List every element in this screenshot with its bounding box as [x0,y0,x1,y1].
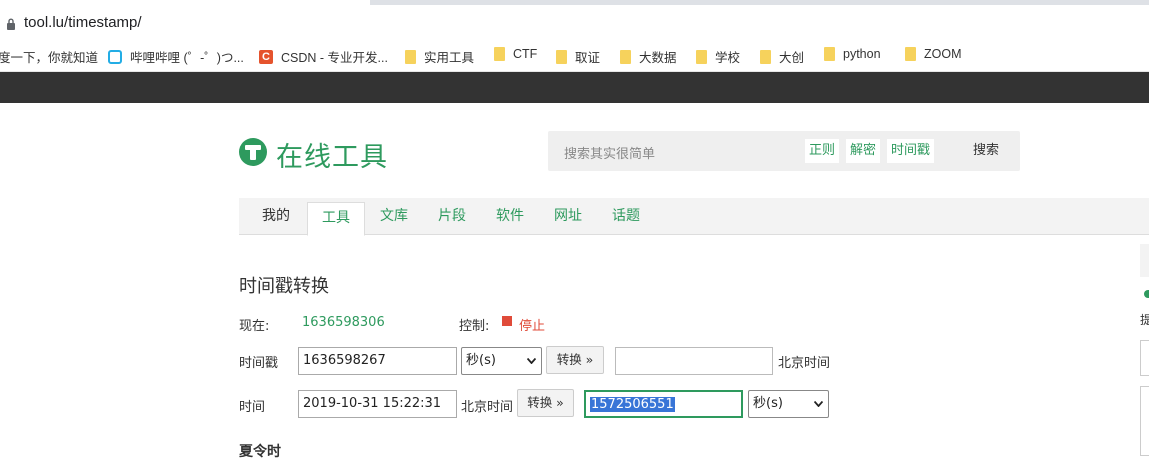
bookmark-baidu[interactable]: 度一下，你就知道 [0,47,98,66]
bilibili-icon [108,49,122,64]
convert-to-time-button[interactable]: 转换 » [546,346,604,374]
bookmark-bilibili[interactable]: 哔哩哔哩 (゜-゜)つ... [108,47,244,66]
folder-icon [494,47,505,61]
timestamp-label: 时间戳 [239,356,279,371]
quick-link-regex[interactable]: 正则 [805,139,840,163]
folder-icon [905,47,916,61]
bookmark-label: python [843,47,881,61]
now-label: 现在: [239,319,270,334]
bookmark-label: 哔哩哔哩 (゜-゜)つ... [130,51,244,65]
bookmark-folder-ctf[interactable]: CTF [494,47,537,61]
bookmark-folder-dachuang[interactable]: 大创 [760,47,804,66]
search-button[interactable]: 搜索 [952,131,1020,171]
timezone-label: 北京时间 [461,400,514,415]
timestamp-output[interactable]: 1572506551 [584,390,743,418]
control-label: 控制: [459,319,490,334]
timestamp-input[interactable]: 1636598267 [298,347,457,375]
side-status-dot [1144,290,1149,298]
bookmarks-bar: 度一下，你就知道 哔哩哔哩 (゜-゜)つ... C CSDN - 专业开发... … [0,38,1149,72]
site-logo-text[interactable]: 在线工具 [276,135,388,174]
csdn-icon: C [259,49,273,64]
search-box: 搜索其实很简单 正则 解密 时间戳 搜索 [548,131,1020,171]
folder-icon [405,49,416,64]
nav-topics[interactable]: 话题 [612,198,640,235]
quick-link-timestamp[interactable]: 时间戳 [887,139,935,163]
bookmark-folder-python[interactable]: python [824,47,881,61]
side-textarea[interactable] [1140,386,1149,456]
lock-icon[interactable] [6,18,16,30]
nav-library[interactable]: 文库 [380,198,408,235]
folder-icon [760,49,771,64]
bookmark-label: 度一下，你就知道 [0,51,99,65]
beijing-time-output[interactable] [615,347,773,375]
datetime-input[interactable]: 2019-10-31 15:22:31 [298,390,457,418]
side-label: 提 [1140,313,1149,327]
address-bar[interactable]: tool.lu/timestamp/ [0,5,1149,38]
bookmark-label: CSDN - 专业开发... [281,51,388,65]
folder-icon [556,49,567,64]
selected-text: 1572506551 [590,397,675,412]
current-timestamp: 1636598306 [302,315,385,330]
nav-tools[interactable]: 工具 [307,202,365,236]
time-label: 时间 [239,400,266,415]
stop-button[interactable]: 停止 [519,315,545,334]
folder-icon [696,49,707,64]
page-title: 时间戳转换 [239,276,329,297]
bookmark-label: 学校 [715,51,741,65]
bookmark-csdn[interactable]: C CSDN - 专业开发... [259,47,388,66]
bookmark-label: 取证 [575,51,601,65]
beijing-time-label: 北京时间 [778,356,831,371]
select-value: 秒(s) [753,396,783,411]
bookmark-label: CTF [513,47,538,61]
main-nav: 我的 工具 文库 片段 软件 网址 话题 [239,198,1149,236]
convert-to-timestamp-button[interactable]: 转换 » [517,389,574,417]
bookmark-folder-zoom[interactable]: ZOOM [905,47,962,61]
bookmark-label: ZOOM [924,47,962,61]
chevron-down-icon [814,401,823,407]
nav-mine[interactable]: 我的 [262,198,290,235]
search-input[interactable]: 搜索其实很简单 [564,143,655,162]
quick-link-decrypt[interactable]: 解密 [846,139,881,163]
bookmark-label: 实用工具 [424,51,475,65]
select-value: 秒(s) [466,353,496,368]
side-panel-header [1140,244,1149,277]
nav-links[interactable]: 网址 [554,198,582,235]
url-text[interactable]: tool.lu/timestamp/ [24,14,142,31]
folder-icon [620,49,631,64]
bookmark-label: 大创 [779,51,805,65]
bookmark-folder-bigdata[interactable]: 大数据 [620,47,677,66]
timestamp-unit-select[interactable]: 秒(s) [461,347,542,375]
logo-icon[interactable] [239,138,267,166]
bookmark-folder-forensics[interactable]: 取证 [556,47,600,66]
bookmark-label: 大数据 [639,51,677,65]
side-input[interactable] [1140,340,1149,376]
stop-icon[interactable] [502,316,512,326]
bookmark-folder-school[interactable]: 学校 [696,47,740,66]
folder-icon [824,47,835,61]
nav-software[interactable]: 软件 [496,198,524,235]
nav-snippets[interactable]: 片段 [438,198,466,235]
bookmark-folder-tools[interactable]: 实用工具 [405,47,474,66]
dst-section-title: 夏令时 [239,444,281,460]
site-top-bar [0,72,1149,103]
chevron-down-icon [527,358,536,364]
output-unit-select[interactable]: 秒(s) [748,390,829,418]
